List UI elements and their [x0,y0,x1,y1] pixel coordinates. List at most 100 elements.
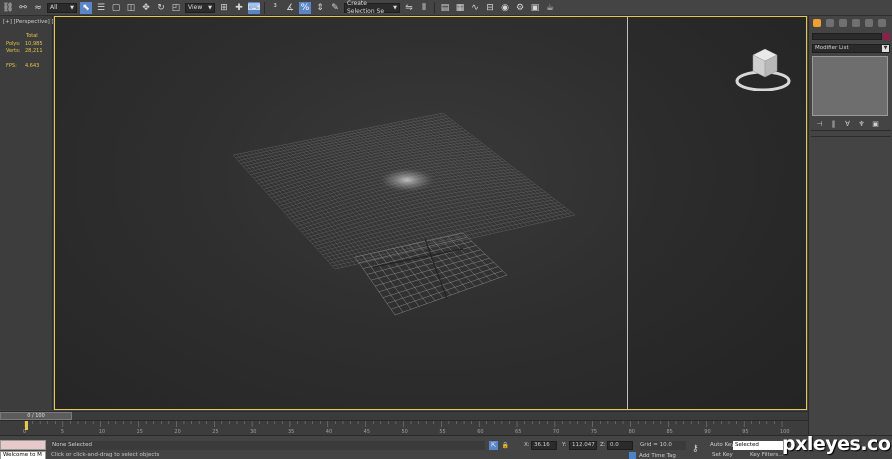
track-bar[interactable]: 0 5 10 15 20 25 30 35 40 45 50 55 60 65 70 75 80 85 90 95 10… [0,420,808,435]
time-slider-thumb[interactable]: 0 / 100 [0,412,72,420]
stats-verts-row: Verts: 28,211 [6,48,43,54]
x-coord-field[interactable]: 36.16 [531,441,557,450]
key-icon[interactable]: ⚷ [692,444,699,454]
toolbar-divider [434,1,435,14]
pivot-center-icon[interactable]: ⊞ [218,2,230,14]
key-mode-dropdown[interactable]: Selected [733,441,783,450]
render-setup-icon[interactable]: ⚙ [514,2,526,14]
rendered-frame-icon[interactable]: ▣ [529,2,541,14]
layer-manager-icon[interactable]: ▤ [439,2,451,14]
modifier-list-label: Modifier List [815,45,849,51]
command-panel-tabs [809,16,892,30]
remove-modifier-icon[interactable]: ♆ [857,120,866,128]
prompt-line: Click or click-and-drag to select object… [51,452,160,458]
stats-polys-row: Polys: 10,985 [6,41,43,47]
align-icon[interactable]: ⫴ [418,2,430,14]
unlink-icon[interactable]: ⚯ [17,2,29,14]
window-crossing-icon[interactable]: ◫ [125,2,137,14]
graphite-ribbon-icon[interactable]: ▦ [454,2,466,14]
snaps-toggle-icon[interactable]: ³ [269,2,281,14]
add-time-tag-button[interactable]: Add Time Tag [629,452,676,459]
y-coord-field[interactable]: 112.047 [569,441,597,450]
x-label: X: [524,442,530,448]
panel-divider [811,130,891,131]
motion-tab-icon[interactable] [852,19,860,27]
verts-label: Verts: [6,48,21,54]
chevron-down-icon: ▼ [882,45,889,52]
rect-selection-icon[interactable]: ▢ [110,2,122,14]
panel-divider [811,136,891,137]
configure-modifier-sets-icon[interactable]: ▣ [871,120,880,128]
select-manipulate-icon[interactable]: ✚ [233,2,245,14]
render-production-icon[interactable]: ☕ [544,2,556,14]
command-panel: Modifier List ▼ ⊣ ‖ ∀ ♆ ▣ [808,16,892,435]
keyboard-shortcut-override-icon[interactable]: ⌨ [248,1,261,14]
time-slider[interactable]: 0 / 100 [0,411,808,420]
scale-icon[interactable]: ◰ [170,2,182,14]
edit-named-selection-icon[interactable]: ✎ [329,2,341,14]
z-coord-field[interactable]: 0.0 [607,441,633,450]
absolute-mode-icon[interactable]: ⇱ [489,441,498,450]
modifier-list-dropdown[interactable]: Modifier List ▼ [812,44,890,53]
show-end-result-icon[interactable]: ‖ [829,120,838,128]
named-selection-value: Create Selection Se [347,0,385,15]
angle-snap-icon[interactable]: ∡ [284,2,296,14]
modifier-stack-buttons: ⊣ ‖ ∀ ♆ ▣ [815,120,880,128]
link-icon[interactable]: ⛓ [2,2,14,14]
status-bar: Welcome to M None Selected Click or clic… [0,435,892,459]
select-by-name-icon[interactable]: ☰ [95,2,107,14]
max-app-window: ⛓ ⚯ ≈ All ▼ ⬉ ☰ ▢ ◫ ✥ ↻ ◰ View ▼ ⊞ ✚ ⌨ ³ ∡… [0,0,892,459]
selection-filter-value: All [50,3,58,11]
stats-header-text: Total [26,33,38,39]
add-time-tag-label: Add Time Tag [639,452,676,459]
polys-label: Polys: [6,41,21,47]
modify-tab-icon[interactable] [826,19,834,27]
object-color-swatch[interactable] [883,33,890,40]
stats-total-header: Total [26,33,38,39]
utilities-tab-icon[interactable] [878,19,886,27]
maxscript-input[interactable]: Welcome to M [0,451,46,459]
fps-value: 4.643 [25,63,40,69]
grid-size: Grid = 10.0 [640,441,686,450]
viewcube-navigator[interactable] [735,43,791,91]
reference-coord-dropdown[interactable]: View ▼ [185,2,215,13]
stats-fps-row: FPS: 4.643 [6,63,39,69]
select-object-icon[interactable]: ⬉ [80,1,92,14]
make-unique-icon[interactable]: ∀ [843,120,852,128]
bind-space-warp-icon[interactable]: ≈ [32,2,44,14]
create-tab-icon[interactable] [813,19,821,27]
modifier-stack-list[interactable] [812,56,888,116]
schematic-view-icon[interactable]: ⊟ [484,2,496,14]
fps-label: FPS: [6,63,17,69]
stats-panel: [+] [Perspective] [Realistic] Total Poly… [0,16,79,410]
set-key-button[interactable]: Set Key [712,452,733,458]
named-selection-dropdown[interactable]: Create Selection Se ▼ [344,0,400,15]
move-icon[interactable]: ✥ [140,2,152,14]
main-toolbar: ⛓ ⚯ ≈ All ▼ ⬉ ☰ ▢ ◫ ✥ ↻ ◰ View ▼ ⊞ ✚ ⌨ ³ ∡… [0,0,892,16]
perspective-viewport[interactable] [54,16,807,410]
selection-filter-dropdown[interactable]: All ▼ [47,2,77,13]
chevron-down-icon: ▼ [208,4,212,11]
auto-key-button[interactable]: Auto Key [710,441,735,450]
verts-value: 28,211 [25,48,43,54]
selection-status: None Selected [51,441,485,450]
selection-lock-icon[interactable]: 🔒 [501,441,510,450]
percent-snap-icon[interactable]: % [299,1,311,14]
curve-editor-icon[interactable]: ∿ [469,2,481,14]
spinner-snap-icon[interactable]: ⇕ [314,2,326,14]
mirror-icon[interactable]: ⇋ [403,2,415,14]
hierarchy-tab-icon[interactable] [839,19,847,27]
polys-value: 10,985 [25,41,43,47]
key-filters-button[interactable]: Key Filters... [750,452,783,458]
reference-coord-value: View [188,3,203,11]
rotate-icon[interactable]: ↻ [155,2,167,14]
time-tag-icon [629,452,636,459]
display-tab-icon[interactable] [865,19,873,27]
pin-stack-icon[interactable]: ⊣ [815,120,824,128]
track-bar-ruler: 0 5 10 15 20 25 30 35 40 45 50 55 60 65 70 75 80 85 90 95 10… [23,421,790,435]
watermark-logo: pxleyes.com [782,433,892,455]
y-label: Y: [562,442,567,448]
maxscript-listener-mini[interactable] [0,440,46,450]
material-editor-icon[interactable]: ◉ [499,2,511,14]
object-name-field[interactable] [812,33,882,40]
